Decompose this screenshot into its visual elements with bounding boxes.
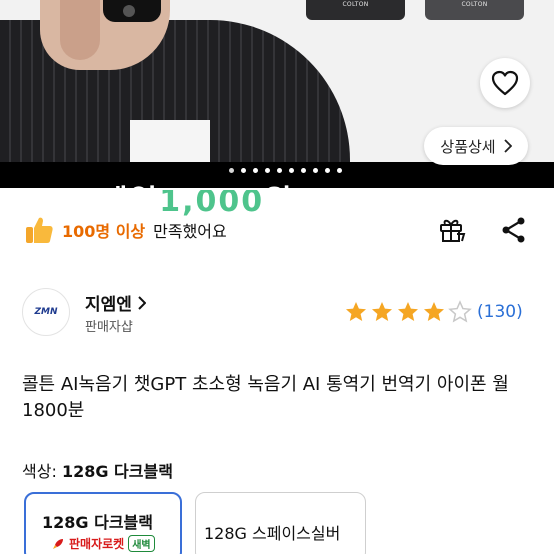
seller-subtitle: 판매자샵 — [85, 320, 133, 335]
carousel-dot[interactable] — [325, 168, 330, 173]
product-card-dark: COLTON — [306, 0, 405, 20]
seller-logo[interactable]: ZMN — [22, 288, 70, 336]
product-detail-label: 상품상세 — [440, 137, 496, 156]
heart-icon — [491, 70, 519, 96]
share-icon — [502, 217, 525, 243]
satisfaction-row: 100명 이상 만족했어요 — [24, 212, 227, 248]
star-filled-icon — [372, 302, 392, 321]
seller-logo-text: ZMN — [34, 307, 58, 317]
star-empty-icon — [448, 300, 472, 323]
recorder-device-image — [103, 0, 161, 22]
dawn-delivery-badge: 새벽 — [128, 535, 155, 552]
star-filled-icon — [398, 302, 418, 321]
carousel-dot[interactable] — [301, 168, 306, 173]
option-label-text: 128G 다크블랙 — [42, 513, 153, 532]
review-count-link[interactable]: (130) — [477, 302, 523, 322]
carousel-dot[interactable] — [241, 168, 246, 173]
star-filled-icon — [346, 302, 366, 321]
carousel-dot[interactable] — [289, 168, 294, 173]
option-selected-value: 128G 다크블랙 — [61, 462, 173, 481]
carousel-dot[interactable] — [229, 168, 234, 173]
seller-rocket-badge: 판매자로켓 새벽 — [52, 535, 155, 552]
rocket-icon — [53, 539, 63, 549]
product-page: COLTON COLTON 제일1,000원 상품상세 100명 이상 만족했어… — [0, 0, 554, 554]
seller-name: 지엠엔 — [85, 295, 132, 315]
carousel-dot[interactable] — [277, 168, 282, 173]
chevron-right-icon — [138, 295, 146, 310]
product-card-gray: COLTON — [425, 0, 524, 20]
product-detail-button[interactable]: 상품상세 — [424, 127, 528, 165]
carousel-dot[interactable] — [253, 168, 258, 173]
chevron-right-icon — [503, 139, 512, 153]
star-filled-icon — [424, 302, 444, 321]
gift-button[interactable] — [437, 214, 467, 248]
option-128g-space-silver[interactable]: 128G 스페이스실버 — [195, 492, 366, 554]
carousel-dots — [229, 168, 342, 173]
option-label-text: 128G 스페이스실버 — [204, 524, 341, 543]
option-128g-dark-black[interactable]: 128G 다크블랙 판매자로켓 새벽 — [24, 492, 182, 554]
thumbs-up-icon — [26, 217, 53, 243]
share-button[interactable] — [500, 216, 528, 248]
carousel-dot[interactable] — [265, 168, 270, 173]
carousel-dot[interactable] — [313, 168, 318, 173]
seller-name-link[interactable]: 지엠엔 — [85, 290, 146, 315]
product-title: 콜튼 AI녹음기 챗GPT 초소형 녹음기 AI 통역기 번역기 아이폰 월18… — [22, 374, 509, 421]
option-label: 색상: 128G 다크블랙 — [22, 462, 173, 481]
satisfaction-count: 100명 이상 — [62, 222, 146, 241]
gift-icon — [440, 219, 466, 242]
wishlist-button[interactable] — [480, 58, 530, 108]
satisfaction-text: 만족했어요 — [153, 222, 227, 241]
rating-stars[interactable] — [344, 300, 472, 324]
carousel-dot[interactable] — [337, 168, 342, 173]
